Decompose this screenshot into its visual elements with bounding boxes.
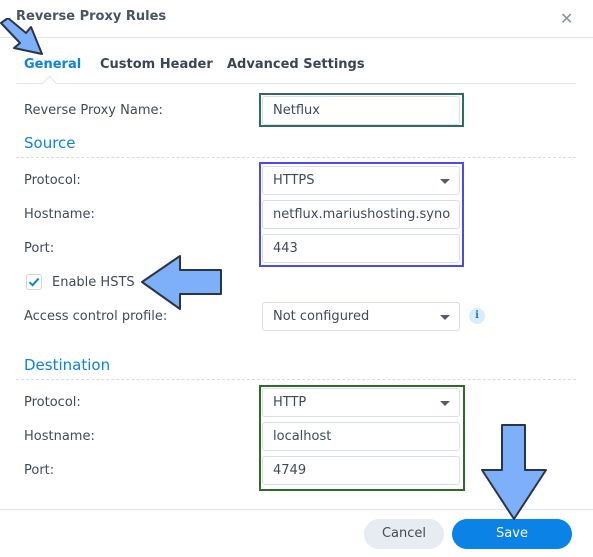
destination-port-label: Port: [24, 463, 55, 478]
source-protocol-select[interactable]: HTTPS [262, 166, 460, 195]
reverse-proxy-name-label: Reverse Proxy Name: [24, 103, 163, 118]
source-port-input[interactable]: 443 [262, 234, 460, 263]
save-button[interactable]: Save [452, 519, 572, 549]
cancel-button[interactable]: Cancel [364, 519, 444, 549]
info-icon[interactable]: i [469, 308, 485, 324]
chevron-down-icon [440, 401, 450, 406]
access-control-profile-select[interactable]: Not configured [262, 302, 460, 331]
enable-hsts-label[interactable]: Enable HSTS [52, 275, 135, 290]
source-port-label: Port: [24, 241, 55, 256]
close-icon[interactable]: ✕ [560, 9, 573, 28]
access-control-profile-value: Not configured [273, 309, 370, 324]
destination-protocol-label: Protocol: [24, 395, 81, 410]
arrow-pointing-save-icon [481, 424, 547, 520]
destination-port-input[interactable]: 4749 [262, 456, 460, 485]
destination-hostname-input[interactable]: localhost [262, 422, 460, 451]
source-hostname-input[interactable]: netflux.mariushosting.syno [262, 200, 460, 229]
chevron-down-icon [440, 315, 450, 320]
destination-protocol-select[interactable]: HTTP [262, 388, 460, 417]
source-divider [16, 157, 576, 158]
tab-divider [16, 83, 576, 84]
arrow-pointing-hsts-icon [141, 255, 222, 310]
chevron-down-icon [440, 179, 450, 184]
source-heading: Source [24, 134, 76, 152]
active-tab-indicator [41, 75, 58, 92]
enable-hsts-checkbox[interactable] [26, 274, 42, 290]
tab-advanced-settings[interactable]: Advanced Settings [227, 57, 365, 72]
tab-general[interactable]: General [24, 57, 81, 72]
source-hostname-label: Hostname: [24, 207, 95, 222]
destination-divider [16, 379, 576, 380]
source-protocol-value: HTTPS [273, 173, 315, 188]
arrow-pointing-general-tab-icon [0, 18, 43, 55]
destination-protocol-value: HTTP [273, 395, 307, 410]
source-protocol-label: Protocol: [24, 173, 81, 188]
reverse-proxy-name-input[interactable]: Netflux [262, 96, 460, 125]
destination-hostname-label: Hostname: [24, 429, 95, 444]
tab-custom-header[interactable]: Custom Header [100, 57, 213, 72]
checkmark-icon [28, 277, 40, 287]
header-divider [0, 37, 593, 38]
destination-heading: Destination [24, 356, 111, 374]
